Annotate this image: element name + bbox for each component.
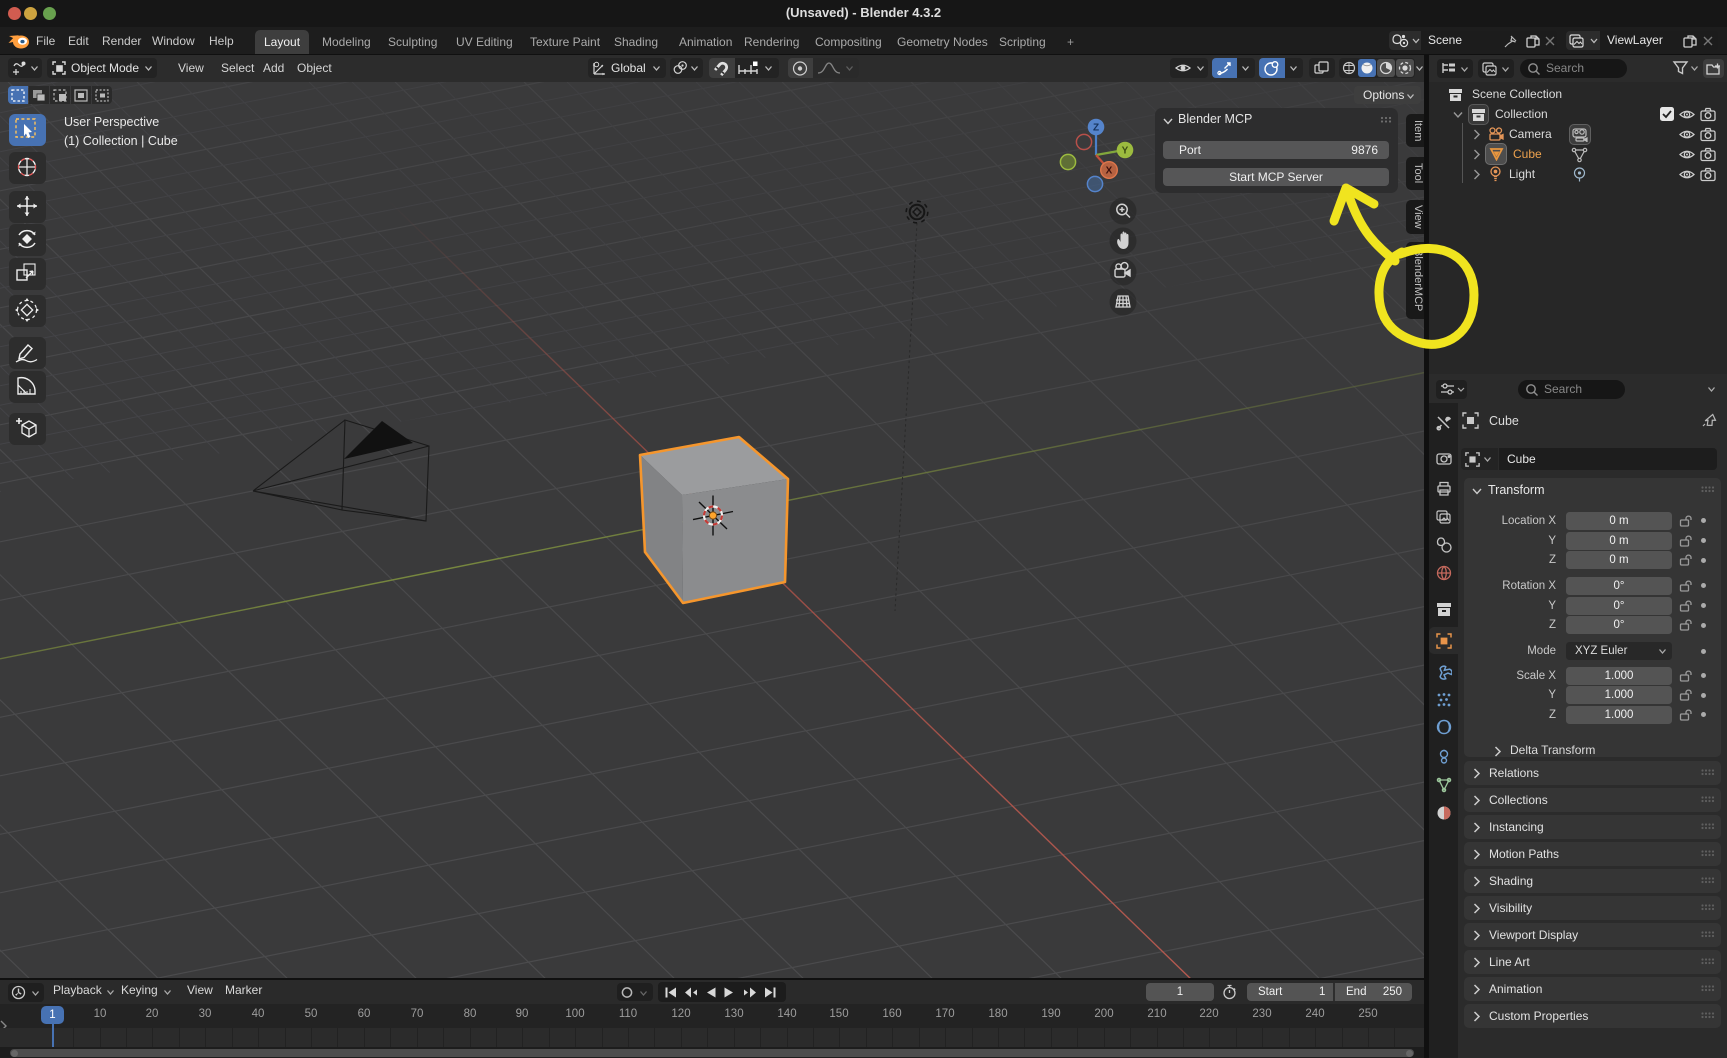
svg-text:Z: Z	[1093, 123, 1099, 134]
svg-text:X: X	[1106, 166, 1113, 177]
svg-text:Y: Y	[1122, 146, 1129, 157]
